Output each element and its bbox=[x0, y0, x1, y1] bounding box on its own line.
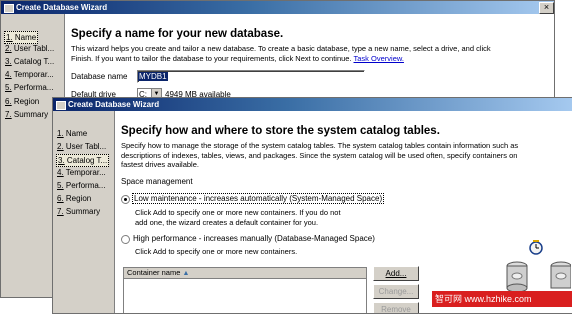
front-page-heading: Specify how and where to store the syste… bbox=[121, 125, 440, 137]
remove-container-button[interactable]: Remove bbox=[373, 302, 419, 313]
step-region[interactable]: 6. Region bbox=[57, 193, 91, 204]
close-icon[interactable]: × bbox=[539, 2, 554, 14]
option-low-maintenance-label[interactable]: Low maintenance - increases automaticall… bbox=[132, 193, 385, 204]
back-window-title: Create Database Wizard bbox=[16, 3, 108, 12]
back-description: This wizard helps you create and tailor … bbox=[71, 44, 491, 63]
space-management-label: Space management bbox=[121, 177, 193, 186]
step-performance[interactable]: 5. Performa... bbox=[5, 82, 53, 93]
add-container-button[interactable]: Add... bbox=[373, 266, 419, 281]
step-temporary[interactable]: 4. Temporar... bbox=[5, 69, 54, 80]
front-window-title: Create Database Wizard bbox=[68, 100, 160, 109]
radio-low-maintenance[interactable] bbox=[121, 195, 130, 204]
step-user-tables[interactable]: 2. User Tabl... bbox=[5, 43, 54, 54]
radio-high-performance[interactable] bbox=[121, 235, 130, 244]
front-title-bar[interactable]: Create Database Wizard bbox=[53, 98, 572, 111]
container-name-column-header[interactable]: Container name ▲ bbox=[124, 268, 366, 279]
task-overview-link[interactable]: Task Overview. bbox=[354, 54, 404, 63]
container-table[interactable]: Container name ▲ bbox=[123, 267, 367, 313]
step-catalog-tables[interactable]: 3. Catalog T... bbox=[56, 154, 110, 167]
high-performance-help: Click Add to specify one or more new con… bbox=[135, 247, 298, 256]
front-wizard-window: Create Database Wizard 1. Name 2. User T… bbox=[52, 97, 572, 314]
front-step-nav: 1. Name 2. User Tabl... 3. Catalog T... … bbox=[53, 111, 115, 313]
sort-ascending-icon: ▲ bbox=[182, 270, 190, 277]
site-watermark: 智可网 www.hzhike.com bbox=[432, 291, 572, 307]
step-catalog-tables[interactable]: 3. Catalog T... bbox=[5, 56, 54, 67]
step-performance[interactable]: 5. Performa... bbox=[57, 180, 105, 191]
option-high-performance-label[interactable]: High performance - increases manually (D… bbox=[133, 234, 375, 243]
db-name-input[interactable]: MYDB1 bbox=[137, 70, 365, 83]
change-container-button[interactable]: Change... bbox=[373, 284, 419, 299]
step-summary[interactable]: 7. Summary bbox=[5, 109, 48, 120]
step-name[interactable]: 1. Name bbox=[57, 128, 87, 139]
db-name-label: Database name bbox=[71, 72, 128, 81]
low-maintenance-help: Click Add to specify one or more new con… bbox=[135, 208, 341, 227]
step-region[interactable]: 6. Region bbox=[5, 96, 39, 107]
step-user-tables[interactable]: 2. User Tabl... bbox=[57, 141, 106, 152]
back-page-heading: Specify a name for your new database. bbox=[71, 28, 284, 40]
window-app-icon bbox=[56, 101, 66, 110]
step-temporary[interactable]: 4. Temporar... bbox=[57, 167, 106, 178]
step-summary[interactable]: 7. Summary bbox=[57, 206, 100, 217]
window-app-icon bbox=[4, 4, 14, 13]
front-description: Specify how to manage the storage of the… bbox=[121, 141, 519, 169]
back-title-bar[interactable]: Create Database Wizard bbox=[1, 1, 554, 14]
